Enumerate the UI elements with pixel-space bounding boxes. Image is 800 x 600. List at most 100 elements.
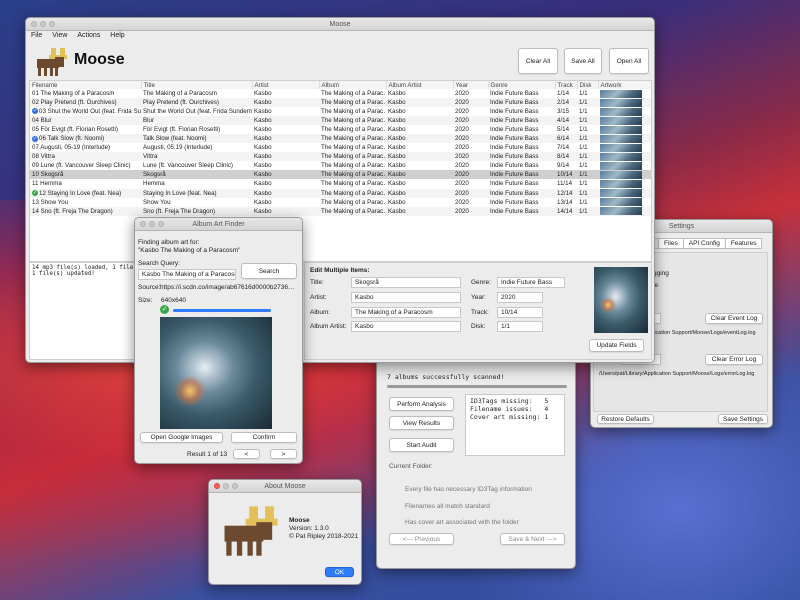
column-header[interactable]: Artist — [252, 81, 320, 89]
check-id3: Every file has necessary ID3Tag informat… — [405, 486, 532, 493]
table-row[interactable]: 14 Sno (ft. Freja The Dragon) Sno (ft. Fr… — [30, 206, 651, 216]
artwork-thumbnail[interactable] — [600, 143, 642, 152]
menu-help[interactable]: Help — [110, 31, 124, 41]
table-row[interactable]: 07 Augusti, 05-19 (Interlude) Augusti, 05… — [30, 143, 651, 153]
open-google-images-button[interactable]: Open Google Images — [140, 432, 223, 443]
zoom-window-icon[interactable] — [232, 483, 238, 489]
column-header[interactable]: Album Artist — [386, 81, 454, 89]
artist-field[interactable]: Kasbo — [351, 292, 461, 303]
column-header[interactable]: Year — [453, 81, 489, 89]
artwork-thumbnail[interactable] — [600, 179, 642, 188]
cell-text: Indie Future Bass — [490, 135, 539, 143]
table-row[interactable]: ✓ 06 Talk Slow (ft. Noomi) Talk Slow (feat… — [30, 134, 651, 144]
artwork-thumbnail[interactable] — [600, 198, 642, 207]
table-row[interactable]: ✓03 Shut the World Out (feat. Frida Sund… — [30, 107, 651, 117]
table-row[interactable]: 05 För Evigt (ft. Florian Rosetti) För Ev… — [30, 125, 651, 135]
table-row[interactable]: ✓ 12 Staying In Love (feat. Nea) Staying I… — [30, 188, 651, 198]
ok-button[interactable]: OK — [325, 567, 354, 577]
cell-album: The Making of a Parac… — [319, 197, 386, 207]
cell-artist: Kasbo — [252, 98, 319, 108]
minimize-window-icon[interactable] — [149, 221, 155, 227]
cell-text: 11/14 — [557, 180, 573, 188]
cell-text: 2020 — [455, 198, 469, 206]
column-header[interactable]: Artwork — [598, 81, 651, 89]
artwork-thumbnail[interactable] — [600, 116, 642, 125]
save-all-button[interactable]: Save All — [564, 48, 602, 74]
table-row[interactable]: 04 Blur Blur Kasbo The Making of a Parac… Ka… — [30, 116, 651, 126]
table-row[interactable]: 08 Vittra Vittra Kasbo The Making of a Para… — [30, 152, 651, 162]
menu-actions[interactable]: Actions — [77, 31, 100, 41]
table-row[interactable]: 01 The Making of a Paracosm The Making of… — [30, 89, 651, 99]
zoom-window-icon[interactable] — [49, 21, 55, 27]
restore-defaults-button[interactable]: Restore Defaults — [597, 414, 654, 424]
album-artist-field[interactable]: Kasbo — [351, 321, 461, 332]
close-window-icon[interactable] — [140, 221, 146, 227]
update-fields-button[interactable]: Update Fields — [589, 339, 644, 352]
cell-album-artist: Kasbo — [386, 107, 453, 117]
save-settings-button[interactable]: Save Settings — [718, 414, 768, 424]
artwork-thumbnail[interactable] — [600, 170, 642, 179]
close-window-icon[interactable] — [31, 21, 37, 27]
column-header[interactable]: Track — [555, 81, 578, 89]
found-album-art[interactable] — [160, 317, 272, 429]
clear-all-button[interactable]: Clear All — [518, 48, 558, 74]
column-header[interactable]: Filename — [30, 81, 142, 89]
artwork-thumbnail[interactable] — [600, 152, 642, 161]
title-field[interactable]: Skogsrå — [351, 277, 461, 288]
column-header[interactable]: Disk — [577, 81, 599, 89]
artwork-thumbnail[interactable] — [600, 161, 642, 170]
table-row[interactable]: 11 Hemma Hemma Kasbo The Making of a Parac…… — [30, 179, 651, 189]
column-header[interactable]: Genre — [488, 81, 556, 89]
artwork-thumbnail[interactable] — [600, 98, 642, 107]
cell-title: Show You — [141, 197, 252, 207]
menu-view[interactable]: View — [52, 31, 67, 41]
tab-files[interactable]: Files — [658, 238, 684, 249]
perform-analysis-button[interactable]: Perform Analysis — [389, 397, 454, 411]
confirm-button[interactable]: Confirm — [231, 432, 297, 443]
disk-field[interactable]: 1/1 — [497, 321, 543, 332]
cell-artwork — [598, 116, 651, 126]
open-all-button[interactable]: Open All — [609, 48, 649, 74]
genre-field[interactable]: Indie Future Bass — [497, 277, 565, 288]
column-header[interactable]: Title — [141, 81, 253, 89]
cell-text: The Making of a Parac… — [321, 189, 386, 197]
year-field[interactable]: 2020 — [497, 292, 543, 303]
view-results-button[interactable]: View Results — [389, 416, 454, 430]
previous-button[interactable]: <--- Previous — [389, 533, 454, 545]
column-header[interactable]: Album — [319, 81, 387, 89]
table-row[interactable]: 02 Play Pretend (ft. Ourchives) Play Pret… — [30, 98, 651, 108]
start-audit-button[interactable]: Start Audit — [389, 438, 454, 452]
search-button[interactable]: Search — [241, 263, 297, 279]
artwork-thumbnail[interactable] — [600, 125, 642, 134]
artwork-thumbnail[interactable] — [600, 207, 642, 216]
cell-disk: 1/1 — [577, 107, 598, 117]
close-window-icon[interactable] — [214, 483, 220, 489]
minimize-window-icon[interactable] — [40, 21, 46, 27]
artwork-thumbnail[interactable] — [600, 189, 642, 198]
tab-api-config[interactable]: API Config — [682, 238, 726, 249]
album-field[interactable]: The Making of a Paracosm — [351, 307, 461, 318]
previous-result-button[interactable]: < — [233, 449, 260, 459]
search-query-field[interactable]: Kasbo The Making of a Paracosm — [138, 269, 236, 280]
cell-text: Kasbo — [388, 171, 406, 179]
clear-error-log-button[interactable]: Clear Error Log — [705, 354, 763, 365]
save-next-button[interactable]: Save & Next ---> — [500, 533, 565, 545]
edit-album-art[interactable] — [594, 267, 648, 333]
minimize-window-icon[interactable] — [223, 483, 229, 489]
cell-title: Augusti, 05:19 (Interlude) — [141, 143, 252, 153]
tab-features[interactable]: Features — [724, 238, 763, 249]
menu-file[interactable]: File — [31, 31, 42, 41]
table-row[interactable]: 10 Skogsrå Skogsrå Kasbo The Making of a Pa… — [30, 170, 651, 180]
table-row[interactable]: 09 Lune (ft. Vancouver Sleep Clinic) Lune… — [30, 161, 651, 171]
clear-event-log-button[interactable]: Clear Event Log — [705, 313, 763, 324]
artwork-thumbnail[interactable] — [600, 134, 642, 143]
artwork-thumbnail[interactable] — [600, 89, 642, 98]
zoom-window-icon[interactable] — [158, 221, 164, 227]
track-field[interactable]: 10/14 — [497, 307, 543, 318]
next-result-button[interactable]: > — [270, 449, 297, 459]
cell-year: 2020 — [453, 125, 488, 135]
report-line: ID3Tags missing: 5 — [470, 397, 549, 405]
artwork-thumbnail[interactable] — [600, 107, 642, 116]
finding-query: "Kasbo The Making of a Paracosm" — [138, 247, 241, 254]
table-row[interactable]: 13 Show You Show You Kasbo The Making of a … — [30, 197, 651, 207]
